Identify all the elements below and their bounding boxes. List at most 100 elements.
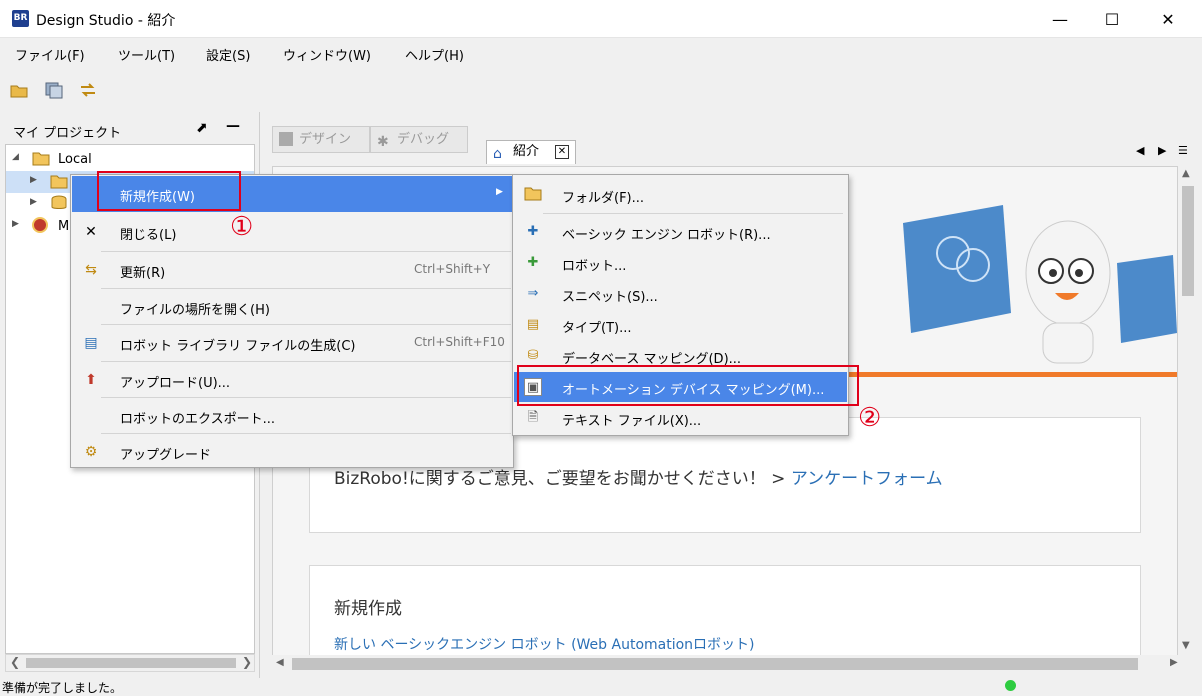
- status-text: 準備が完了しました。: [2, 681, 123, 695]
- menu-shortcut: Ctrl+Shift+F10: [414, 335, 505, 349]
- survey-link[interactable]: アンケートフォーム: [791, 469, 943, 489]
- feedback-text: BizRobo!に関するご意見、ご要望をお聞かせください！ >: [334, 469, 791, 489]
- menu-generate-library[interactable]: ▤ ロボット ライブラリ ファイルの生成(C) Ctrl+Shift+F10: [72, 325, 512, 361]
- database-icon: [50, 195, 68, 215]
- tab-label: 紹介: [513, 144, 540, 159]
- refresh-icon: ⇆: [85, 262, 97, 278]
- close-icon: ✕: [85, 224, 97, 240]
- submenu-type[interactable]: ▤ タイプ(T)...: [514, 310, 847, 340]
- robot-icon: ✚: [527, 224, 539, 239]
- new-basic-robot-link[interactable]: 新しい ベーシックエンジン ロボット (Web Automationロボット): [334, 634, 755, 654]
- scroll-thumb[interactable]: [26, 658, 236, 668]
- tab-intro[interactable]: ⌂ 紹介 ✕: [486, 140, 576, 164]
- close-tab-icon[interactable]: ✕: [555, 145, 569, 159]
- menu-label: ロボット...: [562, 259, 627, 274]
- menu-settings[interactable]: 設定(S): [206, 45, 250, 64]
- window-title: Design Studio - 紹介: [36, 13, 176, 29]
- database-icon: ⛁: [527, 348, 539, 363]
- submenu-basic-robot[interactable]: ✚ ベーシック エンジン ロボット(R)...: [514, 217, 847, 247]
- upgrade-icon: ⚙: [84, 444, 98, 460]
- menu-upgrade[interactable]: ⚙ アップグレード: [72, 434, 512, 470]
- save-all-icon[interactable]: [44, 80, 64, 100]
- menu-label: スニペット(S)...: [562, 290, 658, 305]
- scroll-thumb[interactable]: [1182, 186, 1194, 296]
- title-bar: BR Design Studio - 紹介 — ☐ ✕: [0, 0, 1202, 38]
- submenu-snippet[interactable]: ⇒ スニペット(S)...: [514, 279, 847, 309]
- scroll-left-icon[interactable]: ◀: [276, 657, 284, 668]
- mascot-illustration: [893, 183, 1177, 373]
- folder-icon: [524, 185, 542, 203]
- submenu-arrow-icon: ▶: [496, 187, 503, 197]
- horizontal-scrollbar[interactable]: ◀ ▶: [272, 655, 1198, 673]
- design-label: デザイン: [299, 132, 352, 147]
- design-icon: [279, 132, 293, 146]
- menu-open-file-location[interactable]: ファイルの場所を開く(H): [72, 289, 512, 325]
- expand-icon[interactable]: ◢: [12, 152, 19, 162]
- home-icon: ⌂: [493, 146, 502, 162]
- status-bar: 準備が完了しました。: [0, 678, 1202, 695]
- minimize-button[interactable]: —: [1034, 0, 1086, 38]
- panel-title: マイ プロジェクト: [13, 126, 122, 141]
- annotation-box-1: [97, 171, 241, 211]
- menu-label: アップロード(U)...: [120, 376, 231, 391]
- menu-window[interactable]: ウィンドウ(W): [283, 45, 371, 64]
- menu-upload[interactable]: ⬆ アップロード(U)...: [72, 362, 512, 398]
- menu-tools[interactable]: ツール(T): [118, 45, 175, 64]
- menu-bar: ファイル(F) ツール(T) 設定(S) ウィンドウ(W) ヘルプ(H): [0, 38, 1202, 68]
- submenu-robot[interactable]: ✚ ロボット...: [514, 248, 847, 278]
- text-file-icon: 🗎: [527, 410, 539, 425]
- tab-list-icon[interactable]: ☰: [1178, 144, 1188, 157]
- new-create-card: 新規作成 新しい ベーシックエンジン ロボット (Web Automationロ…: [309, 565, 1141, 655]
- library-icon: ▤: [84, 335, 98, 351]
- menu-label: ロボットのエクスポート...: [120, 412, 276, 427]
- submenu-folder[interactable]: フォルダ(F)...: [514, 177, 847, 211]
- horizontal-scrollbar[interactable]: ❮ ❯: [5, 654, 255, 672]
- scroll-thumb[interactable]: [292, 658, 1138, 670]
- collapse-icon[interactable]: ▶: [12, 219, 19, 229]
- menu-label: テキスト ファイル(X)...: [562, 414, 702, 429]
- tab-scroll-left-icon[interactable]: ◀: [1136, 144, 1144, 157]
- management-icon: [32, 217, 48, 233]
- tree-label: M: [58, 219, 70, 234]
- submenu-text-file[interactable]: 🗎 テキスト ファイル(X)...: [514, 403, 847, 433]
- tab-scroll-right-icon[interactable]: ▶: [1158, 144, 1166, 157]
- debug-mode-button[interactable]: ✱ デバッグ: [370, 126, 468, 153]
- tree-item-local[interactable]: ◢ Local: [6, 149, 254, 171]
- menu-label: 閉じる(L): [120, 228, 177, 243]
- snippet-icon: ⇒: [527, 286, 539, 301]
- annotation-box-2: [517, 365, 859, 406]
- refresh-icon[interactable]: [78, 80, 98, 100]
- scroll-left-icon[interactable]: ❮: [10, 655, 20, 669]
- robot-green-icon: ✚: [527, 255, 539, 270]
- tree-label: Local: [58, 152, 92, 167]
- new-create-heading: 新規作成: [334, 599, 402, 619]
- menu-refresh[interactable]: ⇆ 更新(R) Ctrl+Shift+Y: [72, 252, 512, 288]
- menu-label: 更新(R): [120, 266, 166, 281]
- menu-label: アップグレード: [120, 448, 212, 463]
- menu-help[interactable]: ヘルプ(H): [405, 45, 464, 64]
- scroll-up-icon[interactable]: ▲: [1182, 168, 1190, 179]
- annotation-number-2: ②: [858, 403, 882, 433]
- maximize-button[interactable]: ☐: [1086, 0, 1138, 38]
- menu-close[interactable]: ✕ 閉じる(L): [72, 214, 512, 250]
- close-window-button[interactable]: ✕: [1142, 0, 1194, 38]
- collapse-icon[interactable]: ▶: [30, 175, 37, 185]
- scroll-down-icon[interactable]: ▼: [1182, 640, 1190, 651]
- scroll-right-icon[interactable]: ▶: [1170, 657, 1178, 668]
- scroll-right-icon[interactable]: ❯: [242, 655, 252, 669]
- collapse-icon[interactable]: ▶: [30, 197, 37, 207]
- undock-icon[interactable]: ⬈: [196, 120, 208, 136]
- context-menu: 新規作成(W) ▶ ✕ 閉じる(L) ⇆ 更新(R) Ctrl+Shift+Y …: [70, 174, 514, 468]
- menu-label: タイプ(T)...: [562, 321, 632, 336]
- app-icon: BR: [12, 10, 29, 27]
- minimize-panel-icon[interactable]: —: [226, 118, 240, 134]
- menu-export-robot[interactable]: ロボットのエクスポート...: [72, 398, 512, 434]
- debug-label: デバッグ: [397, 132, 450, 147]
- vertical-scrollbar[interactable]: ▲ ▼: [1178, 166, 1198, 656]
- menu-file[interactable]: ファイル(F): [15, 45, 85, 64]
- menu-label: ロボット ライブラリ ファイルの生成(C): [120, 339, 356, 354]
- menu-label: ベーシック エンジン ロボット(R)...: [562, 228, 771, 243]
- upload-icon: ⬆: [85, 372, 97, 388]
- design-mode-button[interactable]: デザイン: [272, 126, 370, 153]
- open-folder-icon[interactable]: [9, 80, 29, 100]
